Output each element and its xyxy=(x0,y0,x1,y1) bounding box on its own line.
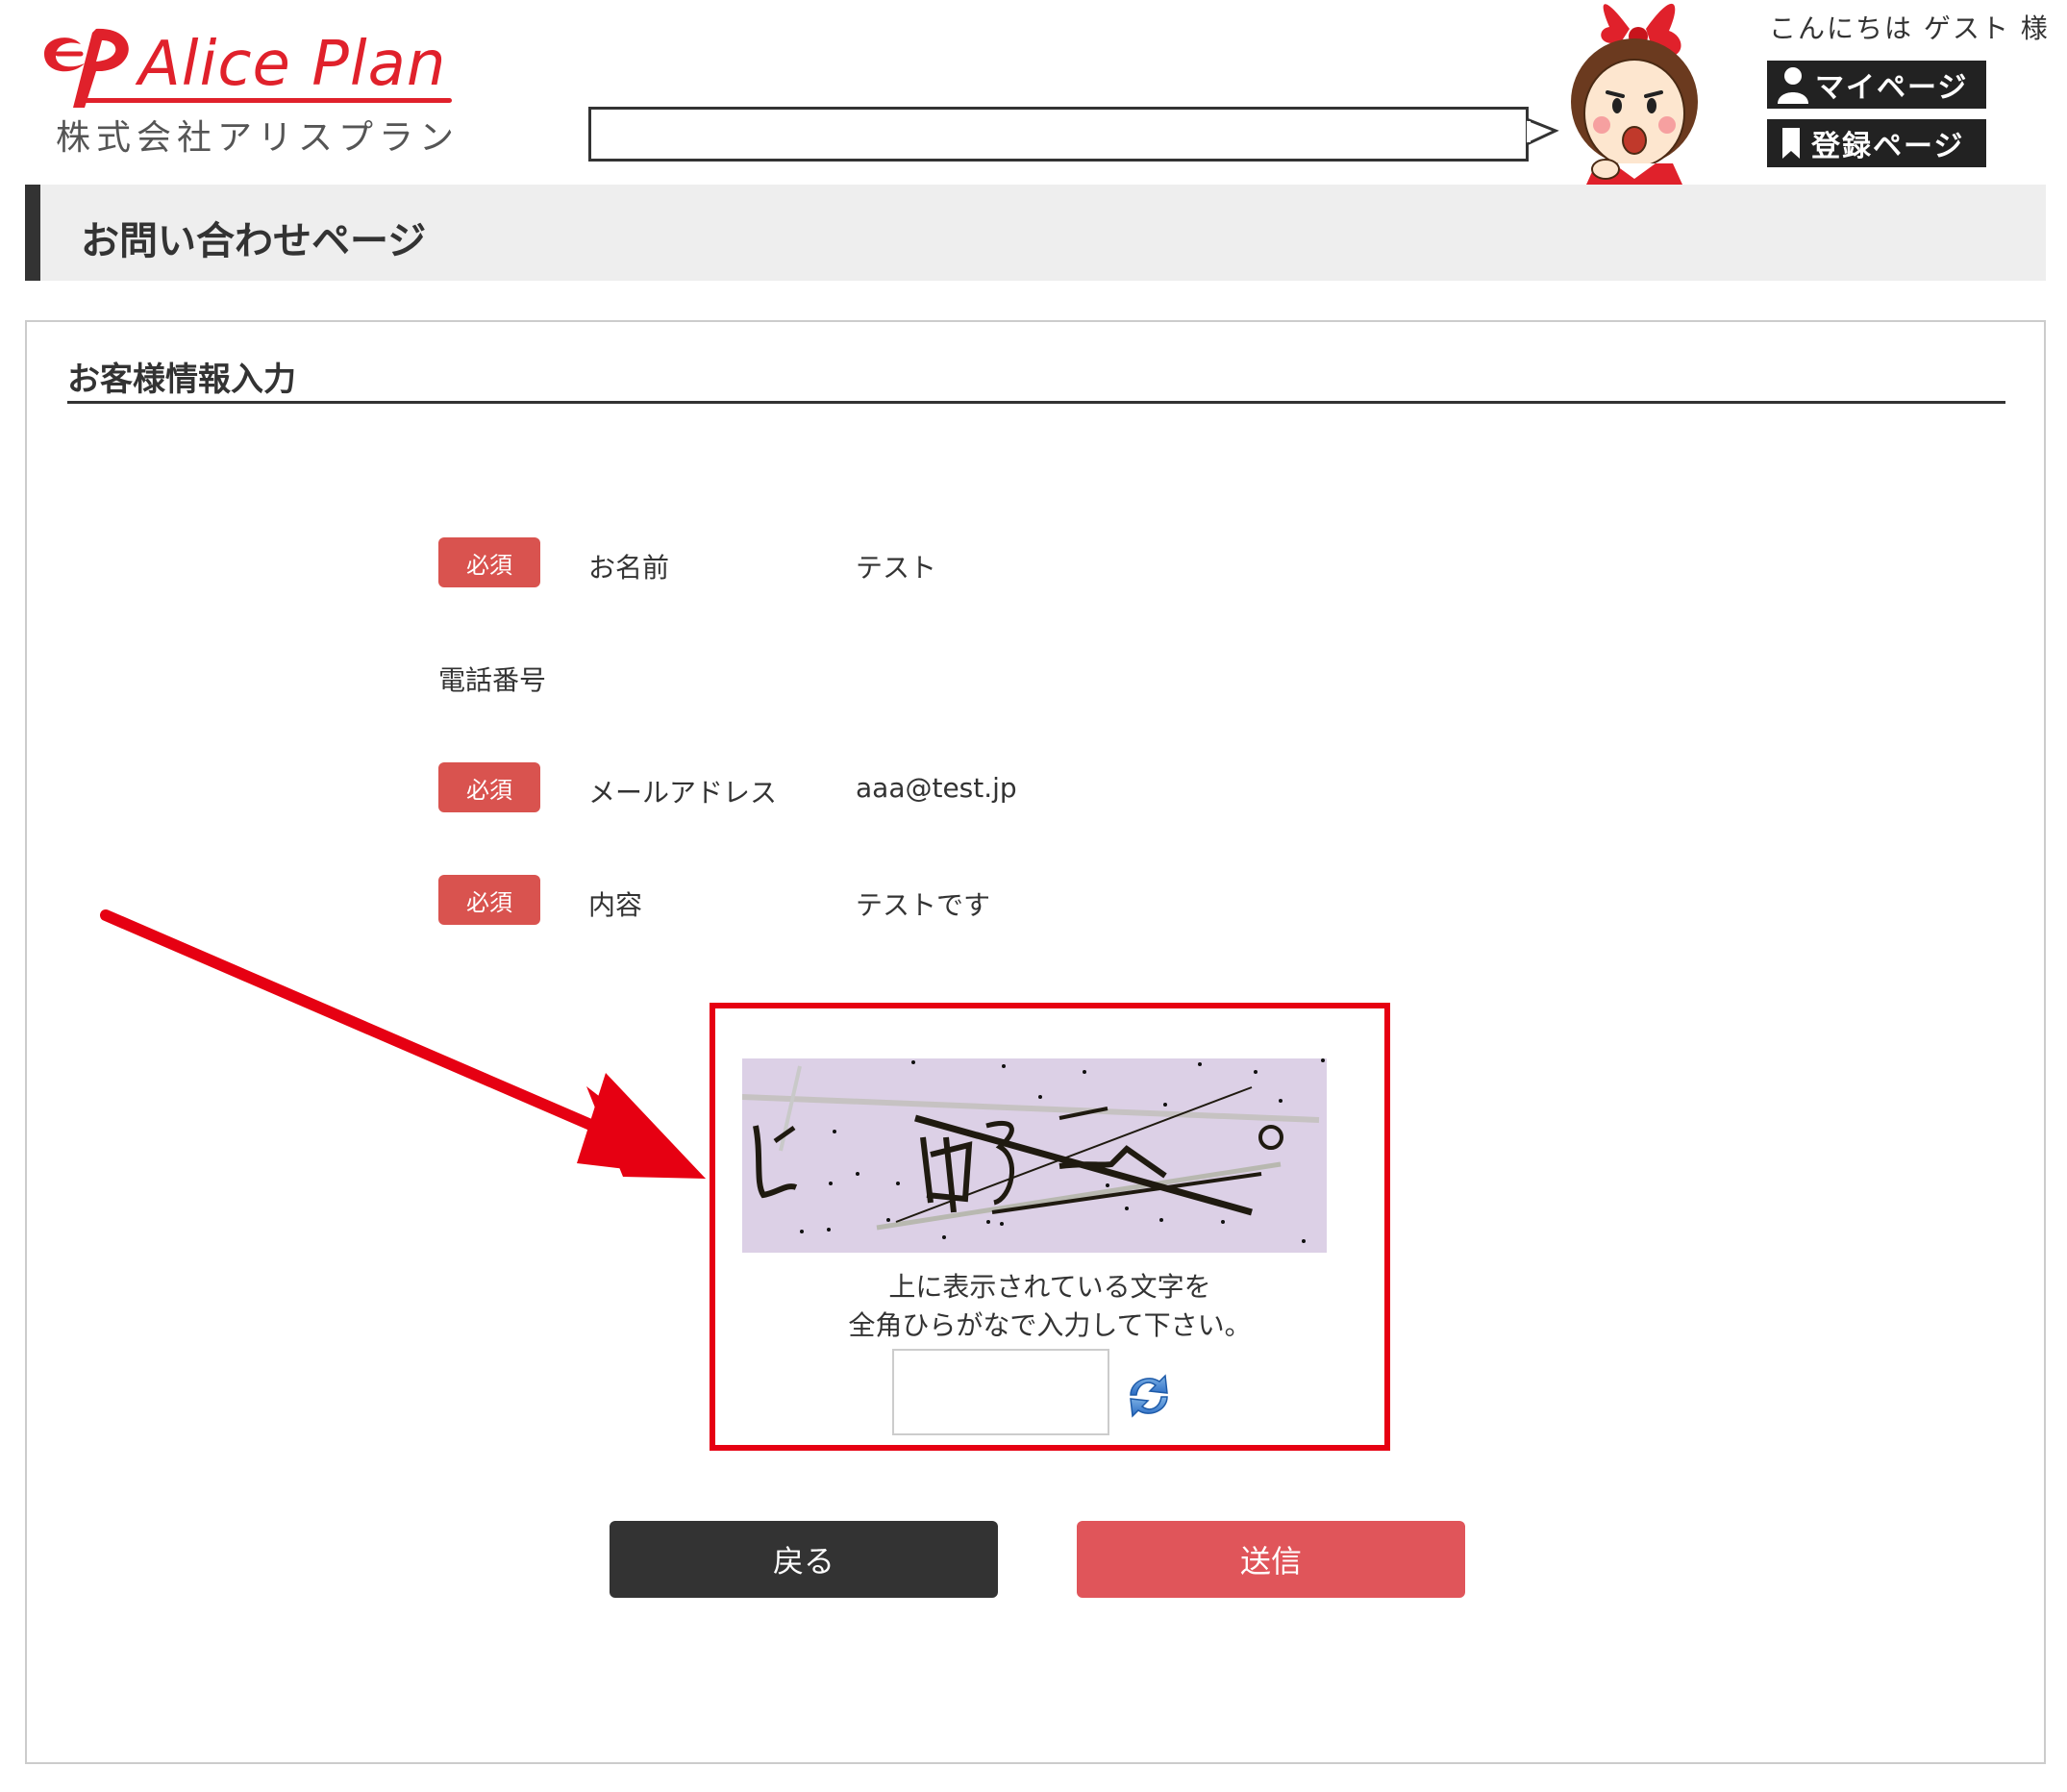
section-divider xyxy=(67,401,2005,404)
mascot-character xyxy=(1571,3,1698,185)
annotation-arrow xyxy=(100,909,706,1179)
back-button-label: 戻る xyxy=(772,1543,834,1580)
captcha-highlight-box: 上に表示されている文字を 全角ひらがなで入力して下さい。 xyxy=(710,1003,1390,1451)
register-page-button[interactable]: 登録ページ xyxy=(1767,119,1986,167)
phone-label: 電話番号 xyxy=(438,664,547,696)
bookmark-icon xyxy=(1782,128,1800,159)
greeting-text: こんにちは ゲスト 様 xyxy=(1769,12,2050,44)
back-button[interactable]: 戻る xyxy=(610,1521,998,1598)
captcha-instruction: 全角ひらがなで入力して下さい。 xyxy=(848,1309,1252,1341)
captcha-image xyxy=(742,1058,1327,1253)
mypage-label: マイページ xyxy=(1815,71,1969,105)
submit-button[interactable]: 送信 xyxy=(1077,1521,1465,1598)
user-icon xyxy=(1778,67,1808,104)
logo-text: Alice Plan xyxy=(138,29,447,100)
logo-underline xyxy=(77,98,452,103)
required-badge: 必須 xyxy=(438,537,540,587)
email-value: aaa@test.jp xyxy=(856,772,1017,804)
captcha-input[interactable] xyxy=(892,1349,1109,1435)
logo-subtitle: 株式会社アリスプラン xyxy=(56,118,461,158)
captcha-instruction: 上に表示されている文字を xyxy=(888,1271,1211,1303)
refresh-icon[interactable] xyxy=(1123,1370,1175,1422)
required-badge: 必須 xyxy=(438,762,540,812)
site-logo[interactable]: Alice Plan 株式会社アリスプラン xyxy=(38,25,454,158)
email-label: メールアドレス xyxy=(588,777,778,809)
name-value: テスト xyxy=(856,552,937,584)
mypage-button[interactable]: マイページ xyxy=(1767,61,1986,109)
content-value: テストです xyxy=(856,889,991,921)
page-title: お問い合わせページ xyxy=(81,219,427,263)
name-label: お名前 xyxy=(588,552,670,584)
page-heading-bar: お問い合わせページ xyxy=(25,185,2046,281)
section-title: お客様情報入力 xyxy=(67,361,296,399)
speech-bubble xyxy=(588,107,1529,162)
submit-button-label: 送信 xyxy=(1239,1543,1302,1580)
register-page-label: 登録ページ xyxy=(1811,130,1965,163)
